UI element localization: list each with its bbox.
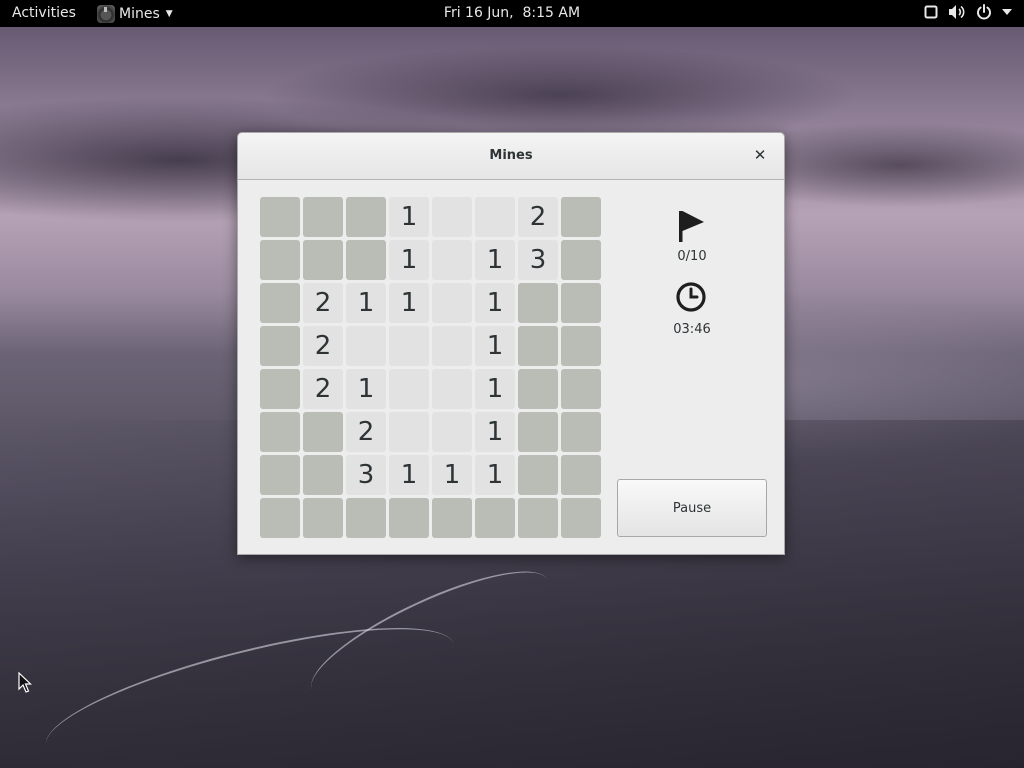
mine-cell-cleared[interactable]: 1 xyxy=(389,455,429,495)
mine-cell-covered[interactable] xyxy=(260,326,300,366)
mine-cell-cleared[interactable] xyxy=(432,283,472,323)
mine-cell-covered[interactable] xyxy=(346,197,386,237)
mine-cell-covered[interactable] xyxy=(518,455,558,495)
clock-icon xyxy=(676,282,706,312)
mine-cell-covered[interactable] xyxy=(518,326,558,366)
close-button[interactable]: ✕ xyxy=(751,146,769,164)
mine-cell-covered[interactable] xyxy=(561,412,601,452)
mouse-cursor-icon xyxy=(18,672,32,693)
mine-cell-covered[interactable] xyxy=(518,498,558,538)
mine-cell-cleared[interactable]: 2 xyxy=(518,197,558,237)
mine-cell-cleared[interactable]: 2 xyxy=(346,412,386,452)
mine-cell-covered[interactable] xyxy=(260,197,300,237)
mine-cell-cleared[interactable]: 2 xyxy=(303,326,343,366)
mine-cell-covered[interactable] xyxy=(389,498,429,538)
mine-cell-covered[interactable] xyxy=(561,283,601,323)
mine-cell-covered[interactable] xyxy=(432,498,472,538)
mine-cell-cleared[interactable]: 1 xyxy=(475,283,515,323)
mine-cell-covered[interactable] xyxy=(518,369,558,409)
clock-menu[interactable]: Fri 16 Jun, 8:15 AM xyxy=(444,5,580,21)
mine-cell-cleared[interactable] xyxy=(432,197,472,237)
mine-cell-cleared[interactable] xyxy=(432,412,472,452)
mine-cell-covered[interactable] xyxy=(518,412,558,452)
mine-cell-cleared[interactable] xyxy=(475,197,515,237)
mine-cell-covered[interactable] xyxy=(561,498,601,538)
mine-cell-cleared[interactable]: 1 xyxy=(389,240,429,280)
mine-cell-covered[interactable] xyxy=(303,412,343,452)
mine-cell-covered[interactable] xyxy=(475,498,515,538)
pause-button[interactable]: Pause xyxy=(617,479,767,537)
mine-cell-covered[interactable] xyxy=(303,455,343,495)
mine-cell-cleared[interactable]: 1 xyxy=(475,455,515,495)
mine-cell-cleared[interactable]: 1 xyxy=(475,369,515,409)
mine-cell-covered[interactable] xyxy=(260,240,300,280)
volume-icon[interactable] xyxy=(948,4,966,20)
mines-window: Mines ✕ 12113211121211213111 0/10 03:46 … xyxy=(237,132,785,555)
flags-counter: 0/10 xyxy=(677,249,707,264)
mine-cell-cleared[interactable]: 2 xyxy=(303,369,343,409)
mine-cell-covered[interactable] xyxy=(561,455,601,495)
mine-cell-covered[interactable] xyxy=(346,498,386,538)
mine-cell-cleared[interactable] xyxy=(346,326,386,366)
window-title: Mines xyxy=(489,148,533,163)
mine-cell-covered[interactable] xyxy=(303,498,343,538)
mine-cell-covered[interactable] xyxy=(561,369,601,409)
mine-cell-covered[interactable] xyxy=(561,326,601,366)
chevron-down-icon: ▼ xyxy=(165,8,173,19)
title-bar[interactable]: Mines ✕ xyxy=(238,133,784,180)
top-bar: Activities Mines ▼ Fri 16 Jun, 8:15 AM xyxy=(0,0,1024,27)
mine-cell-cleared[interactable]: 1 xyxy=(346,283,386,323)
mine-cell-cleared[interactable]: 1 xyxy=(432,455,472,495)
mine-cell-cleared[interactable]: 1 xyxy=(346,369,386,409)
mine-cell-covered[interactable] xyxy=(561,240,601,280)
mine-cell-covered[interactable] xyxy=(260,283,300,323)
mine-cell-covered[interactable] xyxy=(260,455,300,495)
mine-cell-cleared[interactable] xyxy=(432,240,472,280)
flag-icon xyxy=(679,211,704,242)
mine-cell-covered[interactable] xyxy=(561,197,601,237)
mine-cell-cleared[interactable]: 1 xyxy=(389,283,429,323)
mine-cell-cleared[interactable]: 1 xyxy=(475,326,515,366)
mine-cell-cleared[interactable] xyxy=(389,412,429,452)
app-menu[interactable]: Mines ▼ xyxy=(97,2,173,25)
mine-field: 12113211121211213111 xyxy=(260,197,601,538)
system-tray[interactable] xyxy=(924,4,1012,20)
mine-cell-cleared[interactable]: 1 xyxy=(475,240,515,280)
mine-cell-covered[interactable] xyxy=(260,412,300,452)
mine-cell-cleared[interactable] xyxy=(389,369,429,409)
mines-app-icon xyxy=(97,4,115,23)
app-menu-label: Mines xyxy=(119,5,160,22)
mine-cell-covered[interactable] xyxy=(303,240,343,280)
mine-cell-cleared[interactable]: 1 xyxy=(475,412,515,452)
activities-button[interactable]: Activities xyxy=(12,5,76,21)
mine-cell-covered[interactable] xyxy=(346,240,386,280)
mine-cell-cleared[interactable]: 1 xyxy=(389,197,429,237)
power-icon[interactable] xyxy=(976,4,992,20)
window-icon[interactable] xyxy=(924,5,938,19)
mine-cell-cleared[interactable]: 2 xyxy=(303,283,343,323)
mine-cell-cleared[interactable]: 3 xyxy=(518,240,558,280)
mine-cell-covered[interactable] xyxy=(518,283,558,323)
mine-cell-covered[interactable] xyxy=(260,498,300,538)
elapsed-time: 03:46 xyxy=(673,322,711,337)
mine-cell-covered[interactable] xyxy=(303,197,343,237)
mine-cell-cleared[interactable] xyxy=(432,369,472,409)
mine-cell-covered[interactable] xyxy=(260,369,300,409)
mine-cell-cleared[interactable]: 3 xyxy=(346,455,386,495)
mine-cell-cleared[interactable] xyxy=(389,326,429,366)
chevron-down-icon[interactable] xyxy=(1002,8,1012,16)
mine-cell-cleared[interactable] xyxy=(432,326,472,366)
